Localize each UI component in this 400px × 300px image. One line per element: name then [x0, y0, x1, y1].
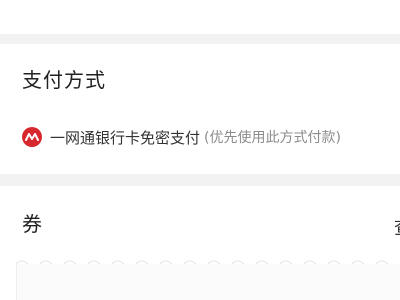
checkout-screen: 支付方式 一网通银行卡免密支付 (优先使用此方式付款) 券 查: [0, 0, 400, 300]
coupon-title: 券: [22, 212, 43, 236]
payment-method-option[interactable]: 一网通银行卡免密支付 (优先使用此方式付款): [22, 126, 341, 148]
payment-method-label: 一网通银行卡免密支付: [50, 128, 201, 147]
coupon-section: 券 查: [0, 186, 400, 300]
coupon-action-text[interactable]: 查: [394, 214, 400, 240]
unionpay-icon: [22, 127, 42, 147]
payment-method-title: 支付方式: [22, 68, 106, 92]
coupon-card-area[interactable]: [16, 264, 400, 300]
payment-method-note: (优先使用此方式付款): [204, 130, 341, 146]
previous-section-bottom: [0, 0, 400, 34]
payment-method-section: 支付方式 一网通银行卡免密支付 (优先使用此方式付款): [0, 44, 400, 174]
